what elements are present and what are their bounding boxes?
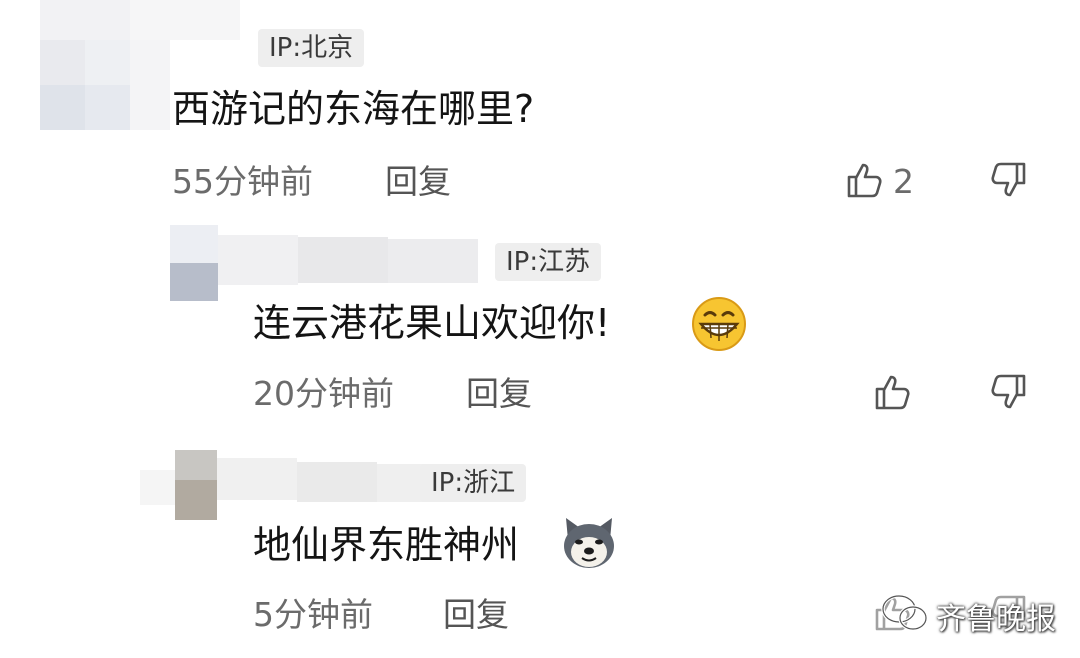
- dislike-button[interactable]: [988, 160, 1032, 204]
- dislike-button[interactable]: [988, 372, 1032, 416]
- reply-button[interactable]: 回复: [385, 160, 451, 204]
- comment-time: 20分钟前: [253, 374, 394, 413]
- like-icon: [847, 163, 882, 198]
- like-icon: [875, 375, 910, 410]
- doge-face-emoji: [564, 518, 614, 568]
- comment-text: 连云港花果山欢迎你!: [253, 301, 611, 345]
- avatar[interactable]: [170, 225, 480, 305]
- ip-location-tag: IP:北京: [258, 29, 365, 67]
- like-button[interactable]: [845, 160, 889, 204]
- like-button[interactable]: [873, 372, 917, 416]
- ip-location-tag: IP:浙江: [420, 464, 527, 502]
- dislike-icon: [991, 374, 1026, 409]
- dislike-icon: [991, 162, 1026, 197]
- ip-location-tag: IP:江苏: [495, 243, 602, 281]
- wechat-icon: [881, 594, 928, 631]
- comment-time: 55分钟前: [172, 162, 313, 201]
- watermark: 齐鲁晚报: [936, 602, 1056, 637]
- avatar[interactable]: [140, 450, 430, 525]
- comment-text: 地仙界东胜神州: [253, 523, 520, 567]
- comment-text: 西游记的东海在哪里?: [172, 87, 535, 131]
- reply-button[interactable]: 回复: [466, 372, 532, 416]
- like-count: 2: [893, 162, 914, 201]
- comment-time: 5分钟前: [253, 595, 373, 634]
- reply-button[interactable]: 回复: [443, 593, 509, 637]
- grinning-face-emoji: [692, 297, 746, 351]
